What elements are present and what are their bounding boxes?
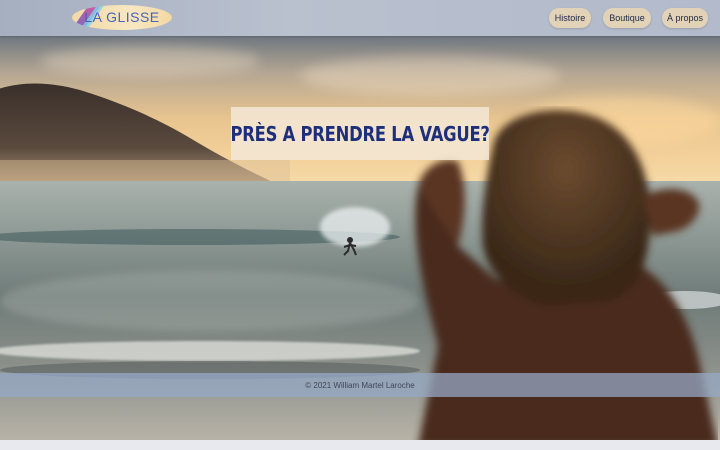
page-bottom-strip [0, 440, 720, 450]
hero-headline-box: PRÈS A PRENDRE LA VAGUE? [230, 107, 490, 160]
nav-apropos-button[interactable]: À propos [662, 8, 708, 28]
footer-copyright: © 2021 William Martel Laroche [305, 380, 415, 390]
logo-text: LA GLISSE [84, 9, 160, 25]
nav-boutique-button[interactable]: Boutique [603, 8, 651, 28]
nav-histoire-button[interactable]: Histoire [549, 8, 591, 28]
footer-bar: © 2021 William Martel Laroche [0, 373, 720, 397]
logo[interactable]: LA GLISSE [72, 5, 172, 30]
site-header: LA GLISSE Histoire Boutique À propos [0, 0, 720, 36]
hero-headline: PRÈS A PRENDRE LA VAGUE? [230, 121, 490, 146]
surfer-figure [343, 237, 357, 256]
